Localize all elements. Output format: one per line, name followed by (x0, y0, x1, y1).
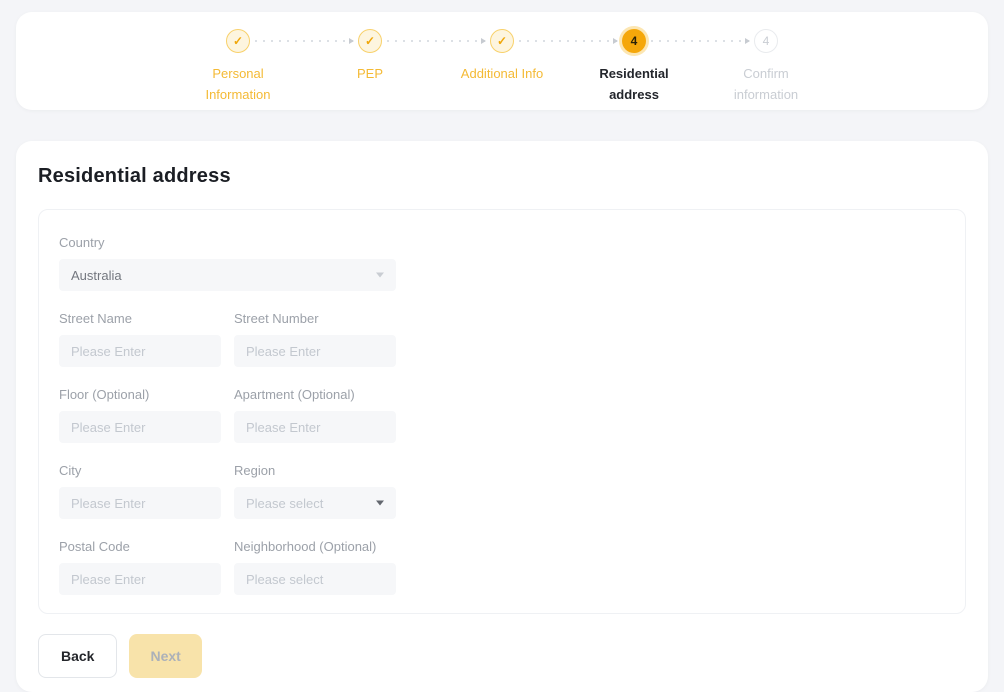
residential-address-card: Residential address Country Australia St… (16, 141, 988, 692)
city-label: City (59, 463, 221, 478)
check-icon: ✓ (358, 29, 382, 53)
back-button[interactable]: Back (38, 634, 117, 678)
apartment-label: Apartment (Optional) (234, 387, 396, 402)
step-connector-arrow-icon (519, 40, 617, 42)
region-label: Region (234, 463, 396, 478)
check-icon: ✓ (226, 29, 250, 53)
step-label: Confirm information (711, 64, 821, 106)
form-actions: Back Next (38, 634, 966, 678)
step-label: Residential address (579, 64, 689, 106)
country-select[interactable]: Australia (59, 259, 396, 291)
field-street-name: Street Name (59, 311, 221, 367)
neighborhood-select[interactable]: Please select (234, 563, 396, 595)
chevron-down-icon (376, 273, 384, 278)
neighborhood-placeholder: Please select (246, 572, 323, 587)
field-region: Region Please select (234, 463, 396, 519)
postal-code-input[interactable] (59, 563, 221, 595)
field-street-number: Street Number (234, 311, 396, 367)
region-placeholder: Please select (246, 496, 323, 511)
region-select[interactable]: Please select (234, 487, 396, 519)
floor-input[interactable] (59, 411, 221, 443)
country-value: Australia (71, 268, 122, 283)
neighborhood-label: Neighborhood (Optional) (234, 539, 396, 554)
field-neighborhood: Neighborhood (Optional) Please select (234, 539, 396, 595)
step-label: Additional Info (461, 64, 543, 85)
field-city: City (59, 463, 221, 519)
street-number-input[interactable] (234, 335, 396, 367)
postal-code-label: Postal Code (59, 539, 221, 554)
step-label: Personal Information (183, 64, 293, 106)
stepper-card: ✓ Personal Information ✓ PEP ✓ Additiona… (16, 12, 988, 110)
page-title: Residential address (38, 165, 966, 188)
street-name-label: Street Name (59, 311, 221, 326)
step-connector-arrow-icon (651, 40, 749, 42)
chevron-down-icon (376, 501, 384, 506)
step-label: PEP (357, 64, 383, 85)
street-name-input[interactable] (59, 335, 221, 367)
address-fieldset: Country Australia Street Name Street Num… (38, 209, 966, 614)
step-number-badge: 4 (622, 29, 646, 53)
progress-stepper: ✓ Personal Information ✓ PEP ✓ Additiona… (172, 12, 832, 106)
field-country: Country Australia (59, 235, 396, 291)
step-number-badge: 4 (754, 29, 778, 53)
apartment-input[interactable] (234, 411, 396, 443)
check-icon: ✓ (490, 29, 514, 53)
field-postal-code: Postal Code (59, 539, 221, 595)
next-button[interactable]: Next (129, 634, 201, 678)
floor-label: Floor (Optional) (59, 387, 221, 402)
field-floor: Floor (Optional) (59, 387, 221, 443)
step-connector-arrow-icon (387, 40, 485, 42)
city-input[interactable] (59, 487, 221, 519)
step-connector-arrow-icon (255, 40, 353, 42)
field-apartment: Apartment (Optional) (234, 387, 396, 443)
street-number-label: Street Number (234, 311, 396, 326)
country-label: Country (59, 235, 396, 250)
